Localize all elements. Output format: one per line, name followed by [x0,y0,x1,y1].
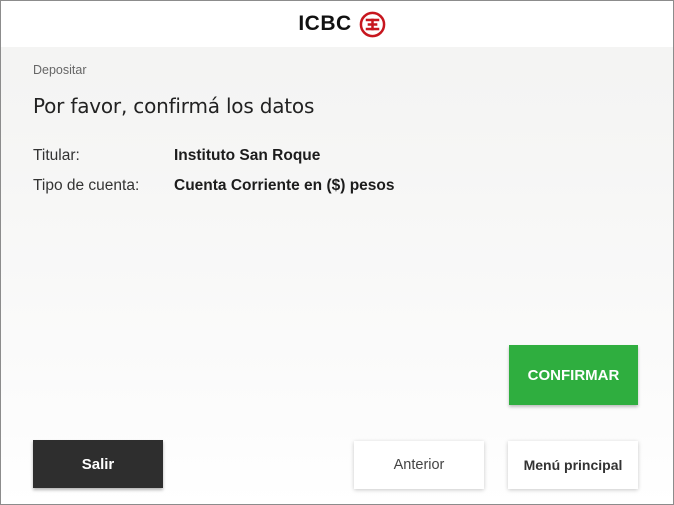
main-menu-button[interactable]: Menú principal [508,441,638,489]
exit-button[interactable]: Salir [33,440,163,488]
icbc-logo: ICBC [298,11,385,38]
confirm-button[interactable]: CONFIRMAR [509,345,638,405]
atm-screen: ICBC Depositar Por favor, confirmá los d… [0,0,674,505]
icbc-emblem-icon [359,11,386,38]
breadcrumb: Depositar [33,63,87,77]
page-title: Por favor, confirmá los datos [33,94,315,118]
account-type-label: Tipo de cuenta: [33,177,140,194]
brand-name: ICBC [298,12,352,35]
header: ICBC [1,1,673,47]
previous-button[interactable]: Anterior [354,441,484,489]
holder-label: Titular: [33,147,80,164]
account-type-value: Cuenta Corriente en ($) pesos [174,177,395,194]
holder-value: Instituto San Roque [174,147,321,164]
